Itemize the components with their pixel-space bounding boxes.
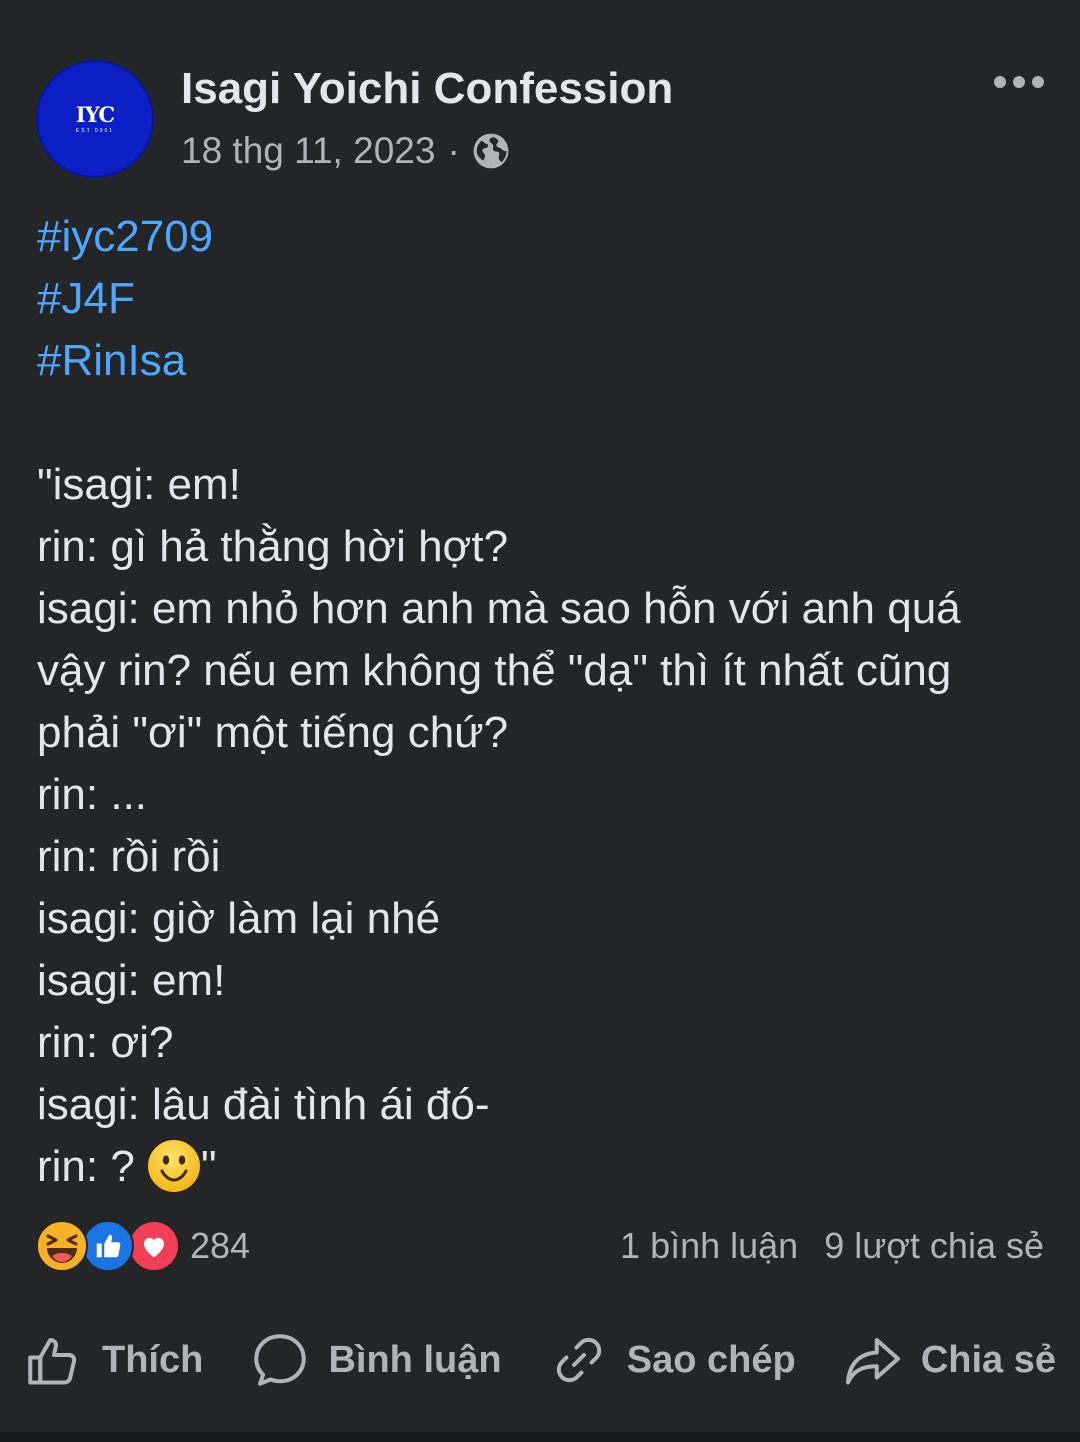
- link-icon: [556, 1337, 601, 1383]
- like-button[interactable]: Thích: [24, 1330, 203, 1390]
- text-line: rin: rồi rồi: [37, 832, 221, 881]
- share-label: Chia sẻ: [920, 1338, 1056, 1381]
- hashtag-link[interactable]: #iyc2709: [37, 206, 1047, 268]
- page-avatar[interactable]: IYC EST 0901: [36, 60, 154, 178]
- comment-button[interactable]: Bình luận: [250, 1330, 502, 1390]
- meta-separator: ·: [447, 130, 460, 171]
- share-count-link[interactable]: 9 lượt chia sẻ: [824, 1225, 1044, 1267]
- hashtag-link[interactable]: #RinIsa: [37, 330, 1047, 392]
- text-line: isagi: lâu đài tình ái đó-: [37, 1080, 490, 1129]
- dot-1: [994, 76, 1006, 88]
- reaction-count: 284: [190, 1225, 251, 1266]
- text-line: isagi: em!: [37, 956, 226, 1005]
- share-button[interactable]: Chia sẻ: [843, 1330, 1056, 1390]
- text-line: isagi: giờ làm lại nhé: [37, 894, 441, 943]
- speech-bubble-icon: [254, 1334, 307, 1386]
- post-divider: [0, 1432, 1080, 1442]
- love-reaction-icon: [128, 1220, 180, 1272]
- copy-label: Sao chép: [626, 1338, 796, 1381]
- text-line: rin: ...: [37, 770, 148, 819]
- comment-label: Bình luận: [328, 1338, 502, 1381]
- reaction-summary[interactable]: 284: [36, 1218, 250, 1274]
- post-date[interactable]: 18 thg 11, 2023: [181, 130, 435, 172]
- globe-icon: [472, 132, 510, 170]
- post-card: IYC EST 0901 Isagi Yoichi Confession 18 …: [0, 0, 1080, 1432]
- comment-count-link[interactable]: 1 bình luận: [620, 1225, 798, 1267]
- last-line-suffix: ": [201, 1142, 217, 1191]
- text-line-last: rin: ? ": [37, 1136, 1047, 1198]
- text-line: rin: gì hả thằng hời hợt?: [37, 522, 509, 571]
- text-line: vậy rin? nếu em không thể "dạ" thì ít nh…: [37, 646, 952, 695]
- engagement-counts: 1 bình luận 9 lượt chia sẻ: [620, 1218, 1044, 1274]
- post-meta: 18 thg 11, 2023 ·: [181, 130, 510, 172]
- dot-2: [1013, 76, 1025, 88]
- thumbs-up-icon: [28, 1338, 77, 1385]
- copy-link-button[interactable]: Sao chép: [549, 1330, 796, 1390]
- share-arrow-icon: [845, 1338, 900, 1385]
- hashtag-link[interactable]: #J4F: [37, 268, 1047, 330]
- avatar-logo-text: IYC: [75, 102, 115, 127]
- text-line: "isagi: em!: [37, 460, 241, 509]
- more-options-icon[interactable]: [994, 70, 1044, 94]
- avatar-logo-subtext: EST 0901: [75, 128, 115, 134]
- post-stats: 284 1 bình luận 9 lượt chia sẻ: [36, 1218, 1044, 1274]
- post-text: #iyc2709 #J4F #RinIsa "isagi: em! rin: g…: [37, 206, 1047, 1198]
- action-bar: Thích Bình luận Sao chép Chia sẻ: [24, 1320, 1056, 1400]
- text-line: isagi: em nhỏ hơn anh mà sao hỗn với anh…: [37, 584, 961, 633]
- dot-3: [1032, 76, 1044, 88]
- page-name[interactable]: Isagi Yoichi Confession: [181, 64, 673, 114]
- slightly-smiling-face-emoji: [147, 1139, 201, 1193]
- last-line-prefix: rin: ?: [37, 1142, 148, 1191]
- like-reaction-icon: [82, 1220, 134, 1272]
- text-line: phải "ơi" một tiếng chứ?: [37, 708, 509, 757]
- like-label: Thích: [102, 1338, 204, 1381]
- post-header: IYC EST 0901 Isagi Yoichi Confession 18 …: [36, 60, 1044, 180]
- haha-reaction-icon: [36, 1220, 88, 1272]
- text-line: rin: ơi?: [37, 1018, 174, 1067]
